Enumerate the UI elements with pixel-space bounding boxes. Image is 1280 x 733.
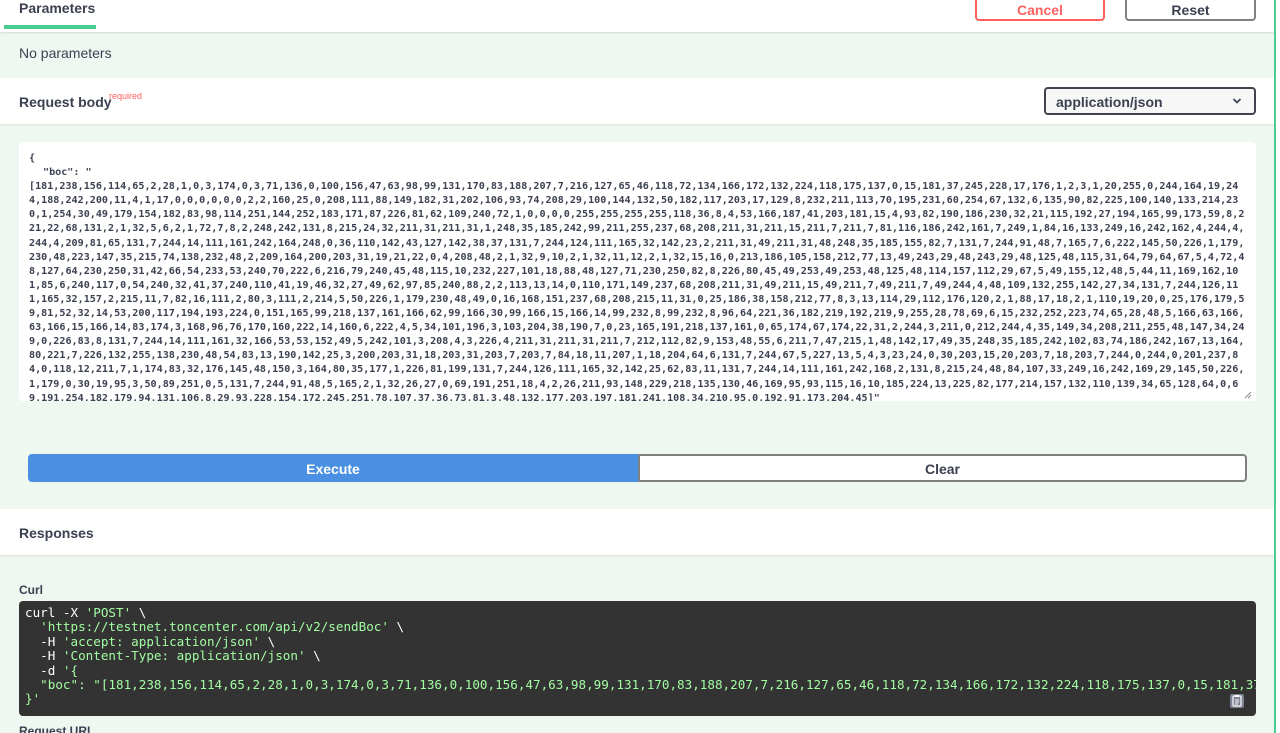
parameters-header: Parameters Cancel Reset — [0, 0, 1274, 32]
curl-l2-tail: \ — [388, 619, 405, 635]
curl-d-flag: -d — [25, 662, 63, 678]
request-body-title: Request body — [19, 94, 112, 110]
copy-to-clipboard-icon[interactable] — [1229, 693, 1245, 709]
json-open-brace: { — [29, 153, 36, 164]
chevron-down-icon — [1232, 98, 1242, 104]
reset-button[interactable]: Reset — [1125, 0, 1256, 21]
execute-actions: Execute Clear — [28, 454, 1247, 482]
no-parameters-text: No parameters — [19, 45, 112, 61]
responses-title: Responses — [19, 525, 94, 541]
curl-l4-tail: \ — [305, 648, 321, 664]
curl-l1-tail: \ — [131, 605, 147, 620]
curl-data-boc: "boc": "[181,238,156,114,65,2,28,1,0,3,1… — [40, 677, 1256, 693]
curl-cmd: curl -X — [25, 605, 86, 620]
request-url-label: Request URL — [19, 724, 95, 733]
curl-command-block[interactable]: curl -X 'POST' \ 'https://testnet.toncen… — [19, 601, 1256, 716]
required-badge: required — [109, 91, 143, 101]
responses-header: Responses — [0, 509, 1274, 555]
curl-data-close: }' — [25, 691, 41, 707]
curl-label: Curl — [19, 583, 43, 597]
request-body-header: Request body required application/json — [0, 78, 1274, 124]
clear-button[interactable]: Clear — [638, 454, 1247, 482]
resize-handle-icon[interactable] — [1244, 391, 1252, 399]
request-body-editor[interactable]: { "boc": " [181,238,156,114,65,2,28,1,0,… — [19, 142, 1256, 401]
curl-h2-flag: -H — [25, 648, 63, 664]
curl-header-accept: 'accept: application/json' — [62, 633, 261, 649]
curl-url: 'https://testnet.toncenter.com/api/v2/se… — [40, 619, 389, 635]
curl-method: 'POST' — [85, 605, 132, 620]
content-type-value: application/json — [1056, 94, 1163, 110]
json-key-boc: "boc": " — [43, 167, 92, 179]
json-value-boc: [181,238,156,114,65,2,28,1,0,3,174,0,3,7… — [29, 181, 1245, 401]
curl-header-content-type: 'Content-Type: application/json' — [62, 648, 306, 664]
operation-panel: Parameters Cancel Reset No parameters Re… — [0, 0, 1276, 733]
parameters-tab-indicator — [4, 25, 96, 29]
execute-button[interactable]: Execute — [28, 454, 638, 482]
curl-h1-flag: -H — [25, 633, 63, 649]
content-type-select[interactable]: application/json — [1044, 87, 1256, 115]
curl-l3-tail: \ — [260, 633, 276, 649]
parameters-tab[interactable]: Parameters — [19, 0, 95, 16]
curl-data-open: '{ — [62, 662, 79, 678]
cancel-button[interactable]: Cancel — [975, 0, 1105, 21]
